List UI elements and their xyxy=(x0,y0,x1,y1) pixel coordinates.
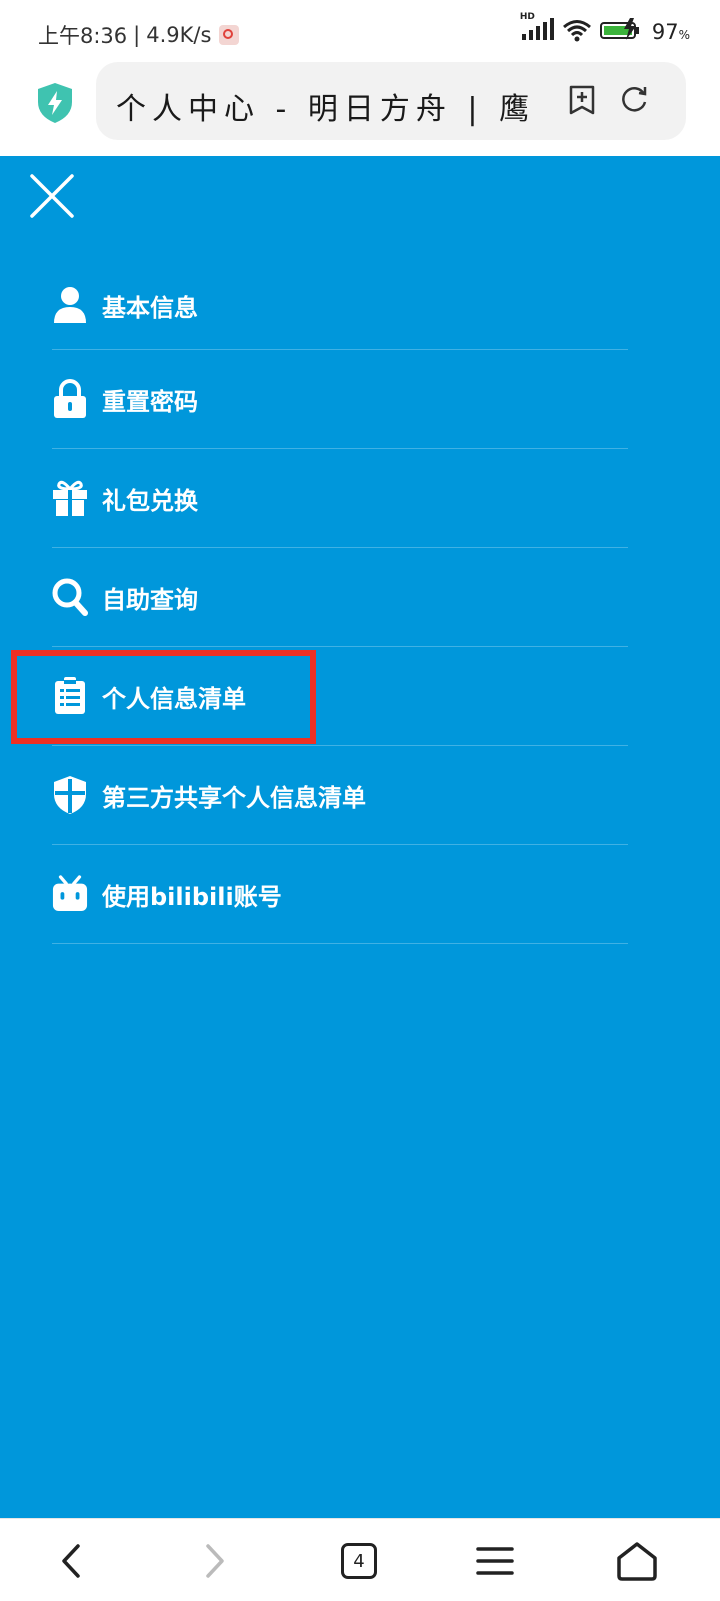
back-icon[interactable] xyxy=(46,1537,96,1585)
menu-item-personal-info-list[interactable]: 个人信息清单 xyxy=(52,647,628,746)
page-title-url[interactable]: 个人中心 - 明日方舟 | 鹰角网络 xyxy=(116,84,536,128)
shield-lightning-icon[interactable] xyxy=(36,82,74,124)
menu-item-self-query[interactable]: 自助查询 xyxy=(52,548,628,647)
menu-item-label: 使用bilibili账号 xyxy=(102,882,282,911)
menu-item-basic-info[interactable]: 基本信息 xyxy=(52,261,628,350)
shield-cross-icon xyxy=(52,775,88,815)
wifi-icon xyxy=(562,18,592,46)
menu-item-third-party-sharing[interactable]: 第三方共享个人信息清单 xyxy=(52,746,628,845)
tabs-button[interactable]: 4 xyxy=(334,1537,384,1585)
battery-icon xyxy=(599,18,644,46)
menu-item-bilibili-account[interactable]: 使用bilibili账号 xyxy=(52,845,628,944)
tab-count: 4 xyxy=(341,1543,377,1579)
menu-item-label: 自助查询 xyxy=(102,585,198,614)
menu-item-label: 个人信息清单 xyxy=(102,684,246,713)
lock-icon xyxy=(52,379,88,419)
menu-item-label: 第三方共享个人信息清单 xyxy=(102,783,366,812)
menu-panel: 基本信息 重置密码 礼包兑换 自助查询 个人信息清单 第三方共享个人信息清单 使… xyxy=(0,156,720,1518)
home-icon[interactable] xyxy=(612,1537,662,1585)
menu-item-reset-password[interactable]: 重置密码 xyxy=(52,350,628,449)
add-bookmark-icon[interactable] xyxy=(566,84,598,116)
bottom-navigation: 4 xyxy=(0,1518,720,1601)
menu-item-label: 重置密码 xyxy=(102,387,198,416)
address-row: 个人中心 - 明日方舟 | 鹰角网络 xyxy=(0,62,720,156)
hamburger-icon[interactable] xyxy=(470,1537,520,1585)
menu-item-label: 礼包兑换 xyxy=(102,486,198,515)
gift-icon xyxy=(52,478,88,518)
address-bar[interactable]: 个人中心 - 明日方舟 | 鹰角网络 xyxy=(96,62,686,140)
user-icon xyxy=(52,285,88,325)
menu-item-gift-redeem[interactable]: 礼包兑换 xyxy=(52,449,628,548)
close-icon[interactable] xyxy=(28,172,76,220)
refresh-icon[interactable] xyxy=(618,84,650,116)
status-right: HD 97% xyxy=(520,12,690,46)
status-left: 上午8:36 | 4.9K/s xyxy=(38,20,240,50)
status-time: 上午8:36 xyxy=(38,24,128,48)
forward-icon[interactable] xyxy=(190,1537,240,1585)
signal-hd-label: HD xyxy=(519,12,535,22)
battery-level: 97% xyxy=(651,20,690,44)
search-icon xyxy=(52,577,88,617)
menu-list: 基本信息 重置密码 礼包兑换 自助查询 个人信息清单 第三方共享个人信息清单 使… xyxy=(52,261,628,944)
status-divider: | xyxy=(133,23,141,47)
notification-app-icon xyxy=(219,25,240,45)
bilibili-icon xyxy=(52,874,88,914)
status-bar: 上午8:36 | 4.9K/s HD 97% xyxy=(0,0,720,62)
network-speed: 4.9K/s xyxy=(146,23,212,47)
signal-icon: HD xyxy=(520,12,554,46)
clipboard-list-icon xyxy=(52,676,88,716)
menu-item-label: 基本信息 xyxy=(102,293,198,322)
